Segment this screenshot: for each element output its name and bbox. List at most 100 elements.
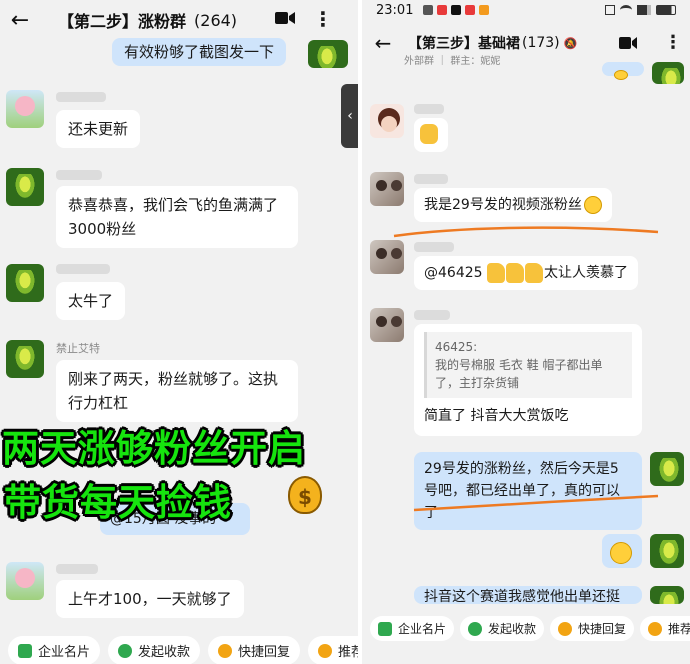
chat-bubble: @46425 太让人羡慕了 xyxy=(414,256,638,290)
message-text: 简直了 抖音大大赏饭吃 xyxy=(424,408,569,424)
chat-bubble-top: 有效粉够了截图发一下 xyxy=(112,38,287,66)
sender-name xyxy=(56,90,106,103)
clap-emoji-icon xyxy=(420,124,438,144)
recommend-icon xyxy=(648,621,663,636)
quick-recommend[interactable]: 推荐客 xyxy=(640,616,690,641)
quick-recommend[interactable]: 推荐 xyxy=(308,636,358,664)
avatar[interactable] xyxy=(650,586,684,604)
status-time: 23:01 xyxy=(376,2,414,18)
chip-label: 发起收款 xyxy=(488,622,537,636)
thumbs-up-icon xyxy=(506,263,524,283)
sender-name xyxy=(414,240,454,253)
avatar[interactable] xyxy=(650,534,684,568)
sender-name xyxy=(56,562,98,575)
sender-name xyxy=(414,102,444,115)
promo-overlay-line1: 两天涨够粉丝开启 xyxy=(2,427,306,470)
mute-icon: 🔕 xyxy=(563,36,578,50)
chat-bubble-quote: 46425: 我的号棉服 毛衣 鞋 帽子都出单了，主打杂货铺 简直了 抖音大大赏… xyxy=(414,324,642,436)
quick-actions-bar: 企业名片 发起收款 快捷回复 推荐 xyxy=(0,636,358,664)
business-card-icon xyxy=(378,621,392,636)
business-card-icon xyxy=(18,643,32,658)
video-call-icon[interactable] xyxy=(274,10,296,26)
recommend-icon xyxy=(318,643,333,658)
avatar[interactable] xyxy=(6,264,44,302)
chip-label: 企业名片 xyxy=(398,622,447,636)
sender-name xyxy=(56,262,110,275)
promo-overlay-line2: 带货每天捡钱 xyxy=(4,481,232,524)
group-subtitle: 外部群 ｜ 群主：妮妮 xyxy=(404,56,501,67)
avatar[interactable] xyxy=(652,62,684,84)
avatar[interactable] xyxy=(6,562,44,600)
quick-reply-icon xyxy=(558,621,573,636)
back-arrow-icon[interactable]: ← xyxy=(10,8,30,33)
avatar[interactable] xyxy=(308,40,348,68)
chat-bubble xyxy=(414,118,448,152)
annotation-underline xyxy=(413,494,659,512)
chip-label: 推荐 xyxy=(338,645,358,660)
avatar[interactable] xyxy=(6,168,44,206)
chat-bubble: 还未更新 xyxy=(56,110,141,148)
quote-text: 我的号棉服 毛衣 鞋 帽子都出单了，主打杂货铺 xyxy=(435,358,603,390)
battery-icon xyxy=(656,5,676,15)
right-chat-panel: 23:01 ← 【第三步】基础裙 (173) 🔕 ⋮ 外部群 ｜ 群主：妮妮 我… xyxy=(362,0,690,664)
message-text: 我是29号发的视频涨粉丝 xyxy=(424,197,582,213)
group-title: 【第三步】基础裙 xyxy=(408,36,520,52)
quote-author: 46425: xyxy=(435,340,478,354)
status-bar: 23:01 xyxy=(362,0,690,20)
chat-bubble xyxy=(602,534,642,568)
chip-label: 快捷回复 xyxy=(578,622,627,636)
quoted-message[interactable]: 46425: 我的号棉服 毛衣 鞋 帽子都出单了，主打杂货铺 xyxy=(424,332,632,398)
message-text: 太让人羡慕了 xyxy=(544,265,628,281)
avatar[interactable] xyxy=(650,452,684,486)
quick-reply-icon xyxy=(218,643,233,658)
avatar[interactable] xyxy=(370,240,404,274)
left-chat-panel: ← 【第二步】涨粉群 (264) ⋮ 有效粉够了截图发一下 还未更新 恭喜恭喜，… xyxy=(0,0,358,664)
sender-name xyxy=(414,308,450,321)
money-bag-icon: $ xyxy=(288,476,322,514)
quick-actions-bar: 企业名片 发起收款 快捷回复 推荐客 xyxy=(362,614,690,664)
chip-label: 发起收款 xyxy=(138,645,191,660)
back-arrow-icon[interactable]: ← xyxy=(374,31,392,55)
quick-collect-payment[interactable]: 发起收款 xyxy=(108,636,201,664)
more-menu-icon[interactable]: ⋮ xyxy=(313,7,333,31)
system-icons xyxy=(605,5,676,15)
quick-business-card[interactable]: 企业名片 xyxy=(8,636,101,664)
chat-bubble: 29号发的涨粉丝，然后今天是5号吧，都已经出单了，真的可以了 xyxy=(414,452,642,530)
payment-icon xyxy=(468,621,483,636)
quick-reply[interactable]: 快捷回复 xyxy=(208,636,301,664)
chat-bubble-partial: 抖音这个赛道我感觉他出单还挺 xyxy=(414,586,642,604)
avatar[interactable] xyxy=(370,104,404,138)
more-menu-icon[interactable]: ⋮ xyxy=(664,32,682,53)
chip-label: 企业名片 xyxy=(38,645,91,660)
avatar[interactable] xyxy=(370,308,404,342)
chat-bubble: 刚来了两天，粉丝就够了。这执行力杠杠 xyxy=(56,360,298,422)
left-header: ← 【第二步】涨粉群 (264) ⋮ xyxy=(0,4,358,36)
chip-label: 快捷回复 xyxy=(238,645,291,660)
quick-collect-payment[interactable]: 发起收款 xyxy=(460,616,545,641)
chat-bubble: 上午才100，一天就够了 xyxy=(56,580,244,618)
video-call-icon[interactable] xyxy=(618,36,638,50)
quick-reply[interactable]: 快捷回复 xyxy=(550,616,635,641)
collapse-panel-handle[interactable]: ‹ xyxy=(341,84,359,148)
chat-bubble: 太牛了 xyxy=(56,282,126,320)
payment-icon xyxy=(118,643,133,658)
chat-bubble: 恭喜恭喜，我们会飞的鱼满满了3000粉丝 xyxy=(56,186,298,248)
chat-bubble-partial xyxy=(602,62,644,80)
avatar[interactable] xyxy=(370,172,404,206)
notification-icons xyxy=(423,5,490,15)
mention-text: @46425 xyxy=(424,265,483,281)
chip-label: 推荐客 xyxy=(668,622,690,636)
emoji-icon xyxy=(614,69,628,80)
thumbs-up-icon xyxy=(525,263,543,283)
sender-name xyxy=(56,168,102,181)
sender-name xyxy=(414,172,448,185)
group-count: (173) xyxy=(522,35,560,51)
quick-business-card[interactable]: 企业名片 xyxy=(370,616,455,641)
group-count: (264) xyxy=(194,10,238,30)
grin-emoji-icon xyxy=(610,541,632,564)
avatar[interactable] xyxy=(6,340,44,378)
sender-name: 禁止艾特 xyxy=(56,342,100,355)
avatar[interactable] xyxy=(6,90,44,128)
thumbs-up-icon xyxy=(487,263,505,283)
group-title: 【第二步】涨粉群 xyxy=(58,12,187,31)
